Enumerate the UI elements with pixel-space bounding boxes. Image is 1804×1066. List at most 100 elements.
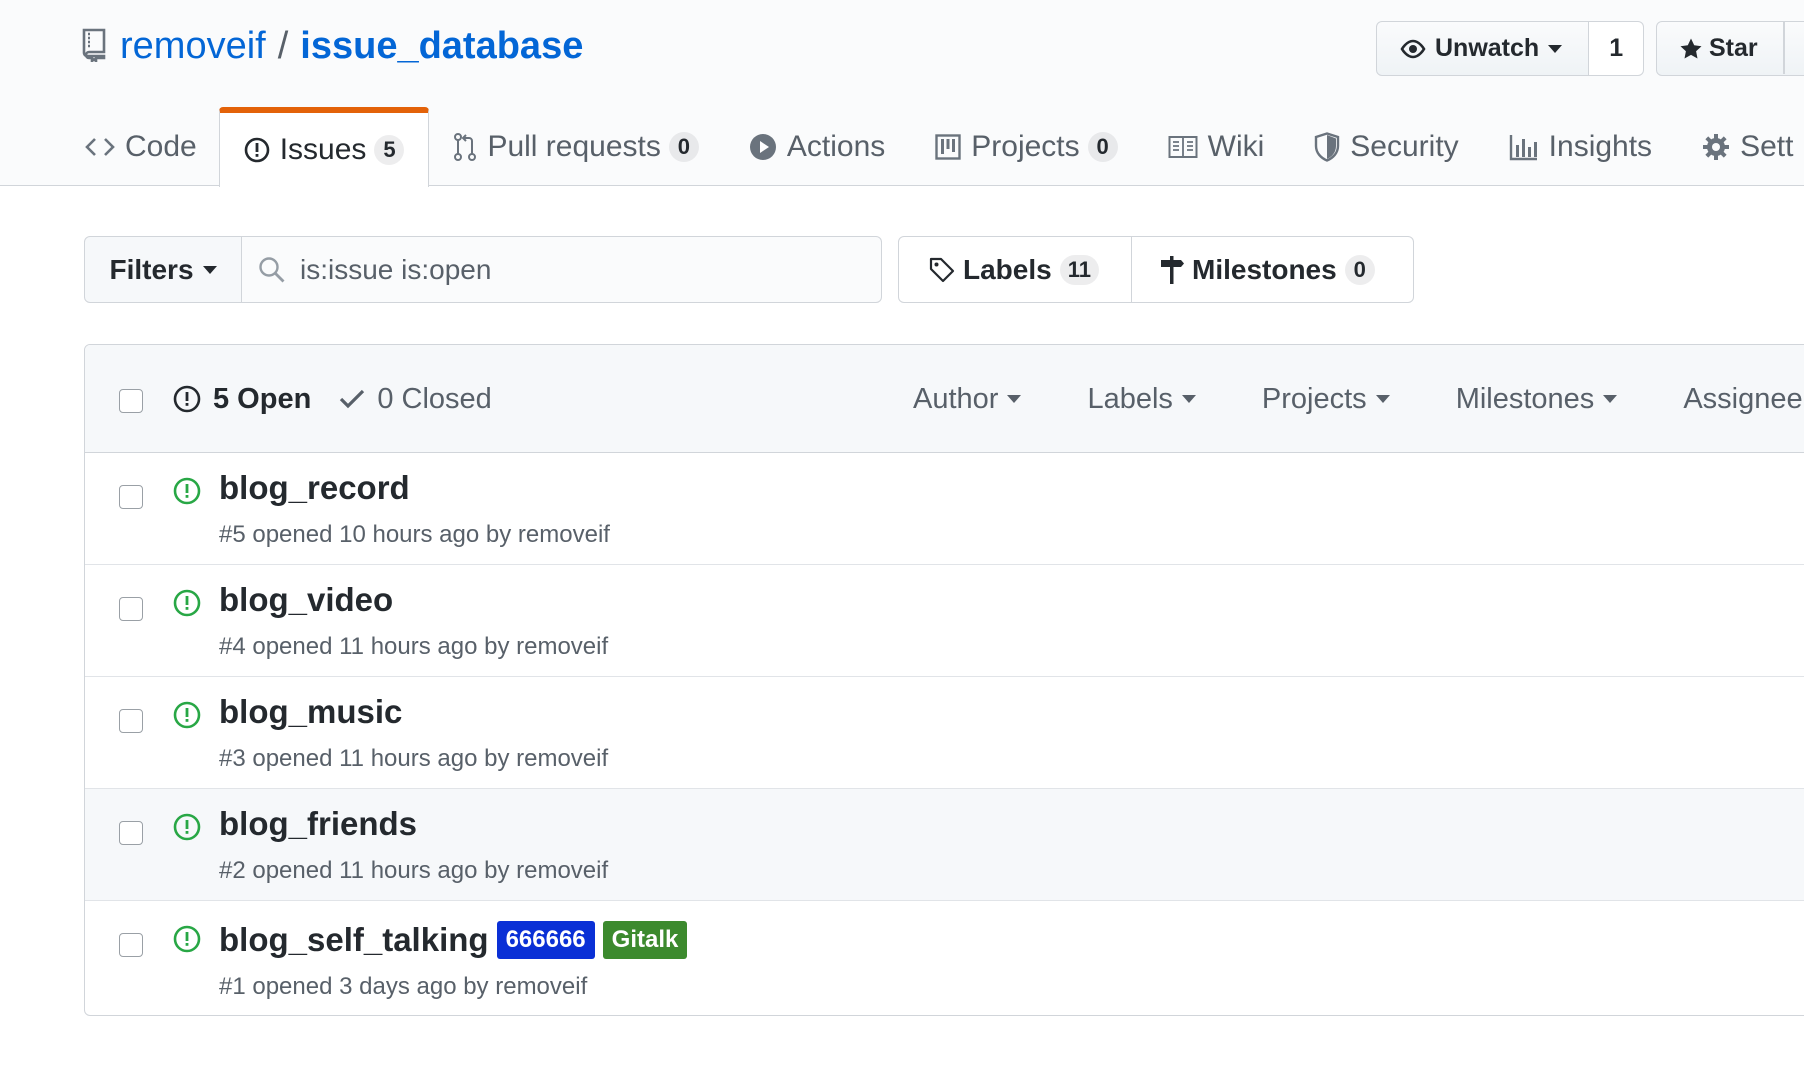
labels-filter-label: Labels [1087, 382, 1173, 415]
issue-checkbox[interactable] [119, 597, 143, 621]
tab-insights-label: Insights [1548, 130, 1653, 163]
tab-code[interactable]: Code [85, 108, 197, 186]
issue-title-line: blog_music [219, 693, 402, 731]
issue-title-link[interactable]: blog_self_talking [219, 921, 489, 959]
issue-search-box[interactable] [242, 236, 882, 303]
labels-filter-menu[interactable]: Labels [1087, 382, 1196, 416]
issue-opened-icon [173, 701, 201, 729]
issue-title-line: blog_record [219, 469, 410, 507]
repo-icon [82, 28, 110, 64]
chevron-down-icon [1007, 395, 1022, 403]
projects-filter-menu[interactable]: Projects [1262, 383, 1390, 416]
filters-button[interactable]: Filters [84, 236, 242, 303]
gear-icon [1702, 133, 1730, 161]
repo-separator: / [277, 24, 289, 67]
check-icon [339, 388, 365, 410]
milestones-counter: 0 [1344, 254, 1375, 285]
tab-actions[interactable]: Actions [749, 108, 885, 186]
issue-label[interactable]: Gitalk [602, 921, 688, 959]
tab-issues-label: Issues [279, 133, 367, 166]
issue-label[interactable]: 666666 [496, 921, 595, 959]
issue-title-link[interactable]: blog_video [219, 581, 393, 619]
unwatch-label: Unwatch [1435, 34, 1540, 62]
tab-actions-label: Actions [786, 130, 886, 163]
shield-icon [1314, 132, 1340, 162]
labels-counter: 11 [1059, 254, 1099, 285]
closed-issues-label: 0 Closed [377, 382, 492, 415]
labels-button[interactable]: Labels 11 [898, 236, 1132, 303]
tab-insights[interactable]: Insights [1509, 108, 1652, 186]
issue-title-link[interactable]: blog_friends [219, 805, 417, 843]
issue-opened-icon [173, 589, 201, 617]
star-divider [1783, 22, 1785, 74]
tab-code-label: Code [125, 130, 197, 163]
tab-wiki-label: Wiki [1207, 130, 1265, 163]
issue-meta: #2 opened 11 hours ago by removeif [219, 857, 609, 884]
milestones-label: Milestones [1192, 253, 1337, 285]
tab-projects[interactable]: Projects 0 [935, 108, 1118, 186]
assignee-filter-label: Assignee [1683, 382, 1803, 415]
git-pull-request-icon [453, 132, 477, 162]
open-issues-label: 5 Open [213, 382, 312, 415]
issue-row[interactable]: blog_self_talking 666666 Gitalk #1 opene… [85, 901, 1804, 1015]
milestones-filter-label: Milestones [1455, 382, 1595, 415]
tab-wiki[interactable]: Wiki [1168, 108, 1265, 186]
project-icon [935, 134, 961, 160]
tab-security[interactable]: Security [1314, 108, 1459, 186]
chevron-down-icon [1375, 395, 1390, 403]
issue-title-line: blog_self_talking 666666 Gitalk [219, 921, 688, 959]
issue-title-link[interactable]: blog_music [219, 693, 402, 731]
code-icon [85, 136, 115, 158]
tag-icon [929, 257, 955, 283]
filters-label: Filters [109, 253, 194, 285]
milestones-button[interactable]: Milestones 0 [1132, 236, 1414, 303]
repo-name-link[interactable]: issue_database [300, 25, 583, 68]
chevron-down-icon [1548, 44, 1563, 53]
repo-title: removeif / issue_database [82, 18, 583, 74]
assignee-filter-menu[interactable]: Assignee [1683, 383, 1802, 416]
star-button[interactable]: Star [1656, 21, 1804, 76]
issue-meta: #1 opened 3 days ago by removeif [219, 973, 588, 1000]
select-all-checkbox[interactable] [119, 389, 143, 413]
issue-opened-icon [173, 477, 201, 505]
play-icon [749, 133, 777, 161]
repo-owner-link[interactable]: removeif [120, 25, 266, 68]
tab-pull-requests[interactable]: Pull requests 0 [453, 108, 699, 186]
issue-title-link[interactable]: blog_record [219, 469, 410, 507]
issue-checkbox[interactable] [119, 485, 143, 509]
milestone-icon [1160, 255, 1184, 285]
author-filter-label: Author [913, 382, 999, 415]
issue-opened-icon [244, 137, 270, 163]
repo-nav-tabs: Code Issues 5 Pull requests 0 Actions Pr… [85, 107, 1804, 187]
graph-icon [1509, 133, 1539, 161]
issues-list: 5 Open 0 Closed Author Labels Projects M… [84, 344, 1804, 1016]
watch-group: Unwatch 1 [1376, 21, 1645, 76]
tab-issues[interactable]: Issues 5 [218, 107, 430, 187]
tab-settings[interactable]: Sett [1702, 108, 1793, 186]
tab-settings-label: Sett [1740, 130, 1794, 163]
issue-row[interactable]: blog_friends #2 opened 11 hours ago by r… [85, 789, 1804, 901]
issue-state-toggle: 5 Open 0 Closed [173, 345, 492, 453]
milestones-filter-menu[interactable]: Milestones [1456, 383, 1618, 416]
issue-row[interactable]: blog_record #5 opened 10 hours ago by re… [85, 453, 1804, 565]
unwatch-button[interactable]: Unwatch [1376, 21, 1590, 76]
issues-subnav: Filters [84, 236, 882, 303]
issue-row[interactable]: blog_music #3 opened 11 hours ago by rem… [85, 677, 1804, 789]
author-filter-menu[interactable]: Author [913, 382, 1022, 416]
watchers-count[interactable]: 1 [1589, 21, 1645, 76]
tab-pull-requests-label: Pull requests [487, 130, 661, 163]
issue-checkbox[interactable] [119, 933, 143, 957]
issue-row[interactable]: blog_video #4 opened 11 hours ago by rem… [85, 565, 1804, 677]
chevron-down-icon [1181, 395, 1196, 403]
eye-icon [1399, 39, 1427, 59]
closed-issues-link[interactable]: 0 Closed [339, 382, 492, 416]
star-label: Star [1709, 34, 1758, 62]
tab-security-label: Security [1350, 130, 1459, 163]
issue-checkbox[interactable] [119, 709, 143, 733]
search-input[interactable] [300, 253, 860, 286]
labels-milestones-group: Labels 11 Milestones 0 [898, 236, 1414, 303]
issue-checkbox[interactable] [119, 821, 143, 845]
star-icon [1679, 37, 1703, 61]
open-issues-link[interactable]: 5 Open [173, 383, 311, 416]
search-icon [258, 256, 286, 284]
